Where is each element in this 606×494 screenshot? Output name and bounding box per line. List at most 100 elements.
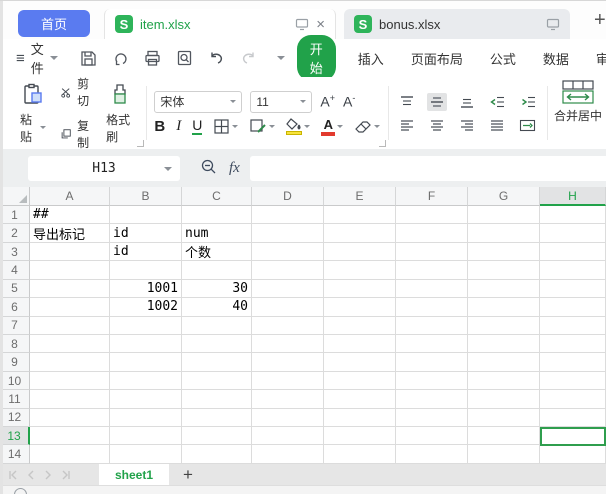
cell-C14[interactable]: [182, 445, 252, 463]
copy-button[interactable]: 复制: [58, 115, 96, 153]
cell-G1[interactable]: [468, 206, 540, 224]
cell-C12[interactable]: [182, 409, 252, 427]
cell-D6[interactable]: [252, 298, 324, 316]
column-header-B[interactable]: B: [110, 187, 182, 206]
cell-B12[interactable]: [110, 409, 182, 427]
cell-F13[interactable]: [396, 427, 468, 445]
cell-A13[interactable]: [30, 427, 110, 445]
row-header-13[interactable]: 13: [0, 427, 30, 445]
file-menu[interactable]: 文件: [31, 39, 44, 77]
menu-tab-formulas[interactable]: 公式: [490, 49, 516, 68]
cell-F12[interactable]: [396, 409, 468, 427]
cell-C1[interactable]: [182, 206, 252, 224]
cell-E13[interactable]: [324, 427, 396, 445]
column-header-A[interactable]: A: [30, 187, 110, 206]
cell-G2[interactable]: [468, 224, 540, 242]
cell-B2[interactable]: id: [110, 224, 182, 242]
fill-color-button[interactable]: [286, 118, 310, 135]
cell-H4[interactable]: [540, 261, 606, 279]
first-sheet-icon[interactable]: [8, 470, 18, 480]
cell-D5[interactable]: [252, 280, 324, 298]
cell-C9[interactable]: [182, 353, 252, 371]
cell-B14[interactable]: [110, 445, 182, 463]
cell-D2[interactable]: [252, 224, 324, 242]
cell-G3[interactable]: [468, 243, 540, 261]
cell-G7[interactable]: [468, 317, 540, 335]
cell-A11[interactable]: [30, 390, 110, 408]
cell-A10[interactable]: [30, 372, 110, 390]
toolbar-more-icon[interactable]: [277, 56, 285, 60]
cell-D12[interactable]: [252, 409, 324, 427]
cell-H12[interactable]: [540, 409, 606, 427]
cell-E10[interactable]: [324, 372, 396, 390]
dialog-launcher-icon[interactable]: [379, 140, 386, 147]
cell-B6[interactable]: 1002: [110, 298, 182, 316]
cell-F2[interactable]: [396, 224, 468, 242]
menu-tab-page-layout[interactable]: 页面布局: [411, 49, 463, 68]
paste-button[interactable]: 粘贴: [14, 78, 52, 149]
redo-button[interactable]: [239, 49, 258, 68]
add-sheet-button[interactable]: +: [183, 466, 193, 483]
cell-B9[interactable]: [110, 353, 182, 371]
cell-A8[interactable]: [30, 335, 110, 353]
font-name-select[interactable]: 宋体: [154, 91, 242, 113]
cell-H11[interactable]: [540, 390, 606, 408]
cell-F4[interactable]: [396, 261, 468, 279]
name-box[interactable]: H13: [28, 156, 180, 181]
formula-input[interactable]: [250, 156, 606, 181]
cell-D9[interactable]: [252, 353, 324, 371]
column-header-D[interactable]: D: [252, 187, 324, 206]
cell-B8[interactable]: [110, 335, 182, 353]
new-tab-button[interactable]: +: [594, 9, 606, 32]
cell-B13[interactable]: [110, 427, 182, 445]
cell-H2[interactable]: [540, 224, 606, 242]
cell-D14[interactable]: [252, 445, 324, 463]
draw-border-button[interactable]: [249, 118, 275, 135]
cell-A6[interactable]: [30, 298, 110, 316]
cell-H5[interactable]: [540, 280, 606, 298]
merge-center-button[interactable]: 合并居中: [548, 77, 606, 149]
hamburger-menu-icon[interactable]: ≡: [16, 50, 24, 67]
cell-D11[interactable]: [252, 390, 324, 408]
italic-button[interactable]: I: [176, 118, 181, 135]
save-button[interactable]: [79, 49, 98, 68]
row-header-12[interactable]: 12: [0, 409, 30, 427]
undo-button[interactable]: [207, 49, 226, 68]
row-header-3[interactable]: 3: [0, 243, 30, 261]
cell-E11[interactable]: [324, 390, 396, 408]
cell-E3[interactable]: [324, 243, 396, 261]
increase-font-button[interactable]: A+: [320, 93, 335, 110]
row-header-10[interactable]: 10: [0, 372, 30, 390]
cell-G11[interactable]: [468, 390, 540, 408]
increase-indent-button[interactable]: [518, 93, 539, 111]
borders-button[interactable]: [213, 118, 238, 135]
cell-G13[interactable]: [468, 427, 540, 445]
insert-function-button[interactable]: fx: [229, 160, 240, 177]
print-button[interactable]: [143, 49, 162, 68]
cut-button[interactable]: 剪切: [58, 73, 96, 111]
cell-H8[interactable]: [540, 335, 606, 353]
cell-A4[interactable]: [30, 261, 110, 279]
column-header-C[interactable]: C: [182, 187, 252, 206]
align-middle-button[interactable]: [427, 93, 447, 111]
row-header-6[interactable]: 6: [0, 298, 30, 316]
cell-G5[interactable]: [468, 280, 540, 298]
cell-G10[interactable]: [468, 372, 540, 390]
cell-A14[interactable]: [30, 445, 110, 463]
cell-F3[interactable]: [396, 243, 468, 261]
cell-E4[interactable]: [324, 261, 396, 279]
align-left-button[interactable]: [397, 117, 417, 134]
cell-D10[interactable]: [252, 372, 324, 390]
column-header-F[interactable]: F: [396, 187, 468, 206]
cell-C6[interactable]: 40: [182, 298, 252, 316]
cell-B1[interactable]: [110, 206, 182, 224]
cell-D1[interactable]: [252, 206, 324, 224]
cell-F11[interactable]: [396, 390, 468, 408]
align-center-button[interactable]: [427, 117, 447, 134]
cell-C13[interactable]: [182, 427, 252, 445]
font-size-select[interactable]: 11: [250, 91, 312, 113]
row-header-5[interactable]: 5: [0, 280, 30, 298]
row-header-14[interactable]: 14: [0, 445, 30, 463]
cell-G6[interactable]: [468, 298, 540, 316]
last-sheet-icon[interactable]: [61, 470, 71, 480]
